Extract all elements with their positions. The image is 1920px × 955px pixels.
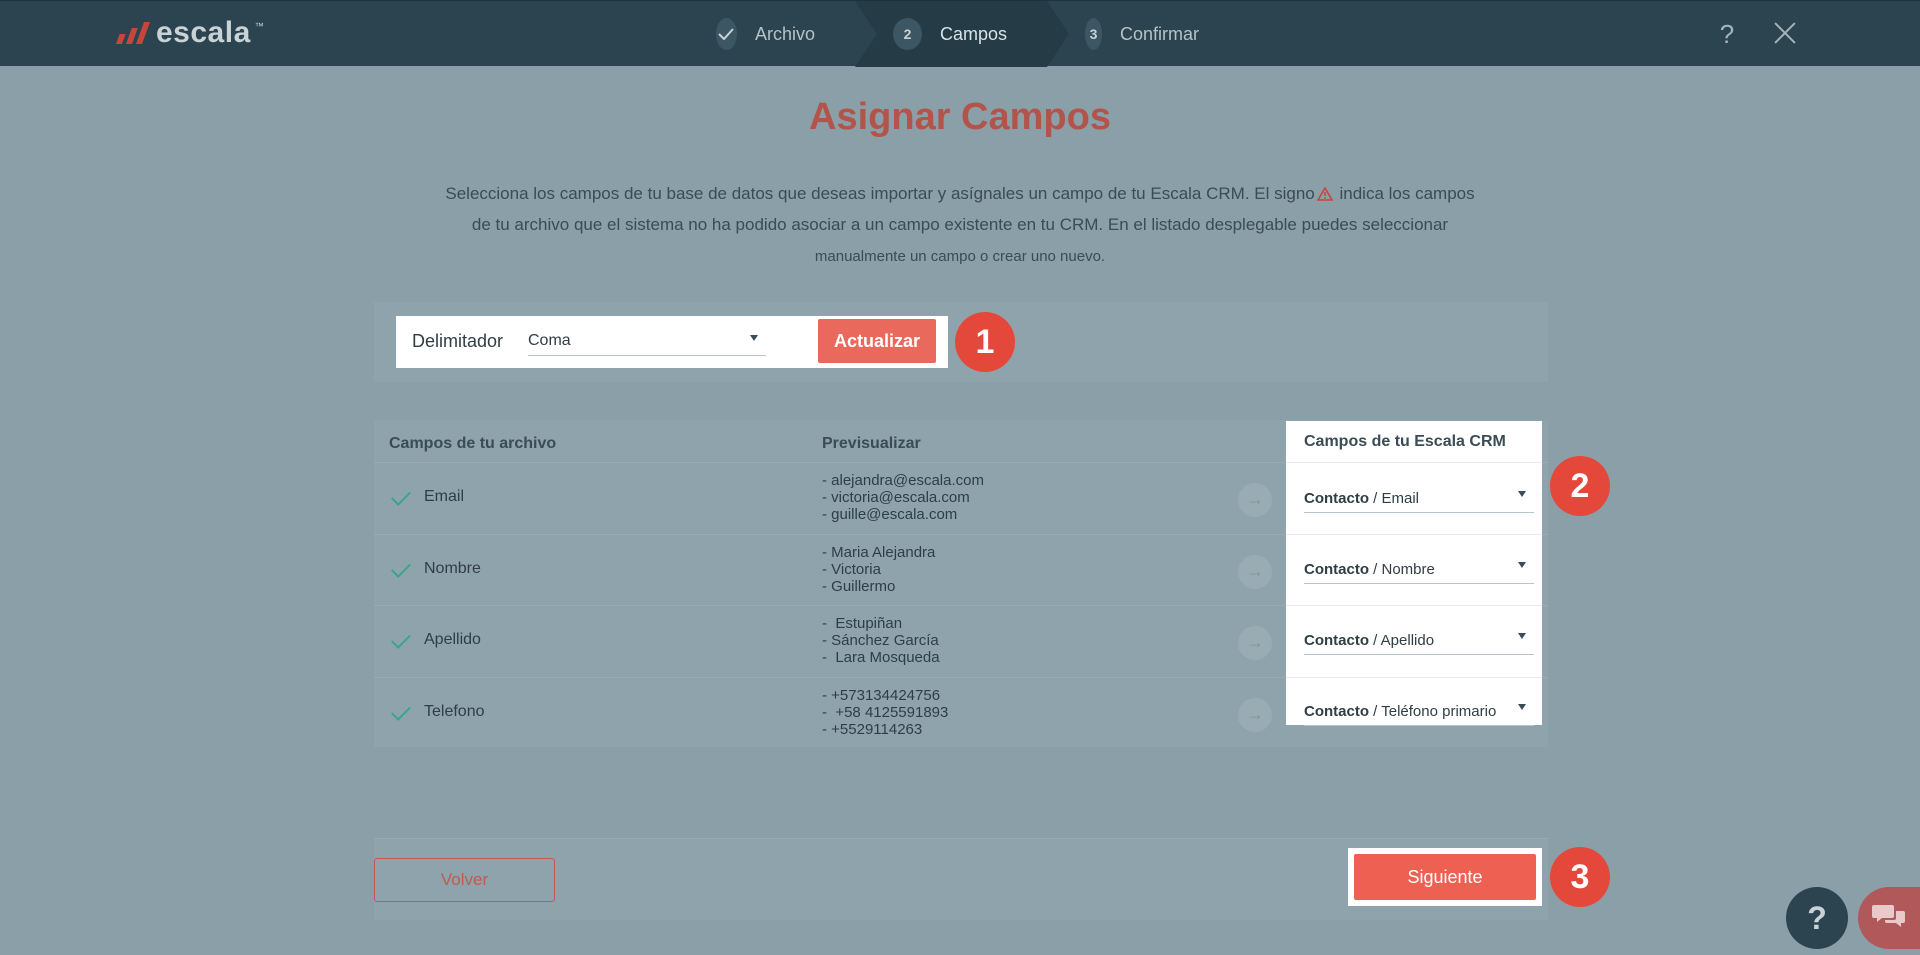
chevron-down-icon [1518, 704, 1526, 710]
arrow-right-icon: → [1238, 626, 1272, 660]
logo-text: escala [156, 16, 251, 49]
help-button[interactable]: ? [1712, 17, 1742, 51]
file-field-name: Email [424, 488, 465, 505]
close-icon[interactable] [1770, 17, 1800, 51]
file-field-name: Telefono [424, 703, 485, 720]
step-number: 3 [1085, 18, 1102, 50]
wizard-steps: Archivo 2 Campos 3 Confirmar [700, 1, 1239, 67]
page-description: Selecciona los campos de tu base de dato… [440, 178, 1480, 272]
delimiter-label: Delimitador [412, 331, 504, 351]
check-icon [391, 486, 411, 506]
header-file-fields: Campos de tu archivo [389, 435, 557, 452]
divider [1286, 462, 1542, 463]
chat-icon [1872, 902, 1906, 935]
crm-entity: Contacto [1304, 490, 1369, 507]
step-badge-2: 2 [1550, 456, 1610, 516]
preview-values: - Estupiñan - Sánchez García - Lara Mosq… [822, 615, 940, 666]
delimiter-box: Delimitador Coma Actualizar [396, 316, 948, 368]
divider [1286, 677, 1542, 678]
crm-field-name: / Teléfono primario [1369, 703, 1497, 720]
crm-field-select[interactable]: Contacto / Apellido [1304, 625, 1534, 655]
crm-field-select[interactable]: Contacto / Nombre [1304, 554, 1534, 584]
logo-bars-icon [115, 22, 151, 44]
check-icon [391, 701, 411, 721]
escala-logo: escala ™ [115, 15, 264, 51]
check-icon [716, 18, 737, 50]
help-chat-button[interactable]: ? [1786, 887, 1848, 949]
crm-entity: Contacto [1304, 703, 1369, 720]
chevron-down-icon [1518, 491, 1526, 497]
page-title: Asignar Campos [809, 96, 1111, 138]
description-text-3: manualmente un campo o crear uno nuevo. [814, 248, 1106, 265]
preview-values: - +573134424756 - +58 4125591893 - +5529… [822, 687, 949, 738]
chevron-down-icon [1518, 562, 1526, 568]
crm-field-name: / Nombre [1369, 561, 1435, 578]
crm-field-select[interactable]: Contacto / Teléfono primario [1304, 696, 1534, 726]
back-button[interactable]: Volver [374, 858, 555, 902]
arrow-right-icon: → [1238, 555, 1272, 589]
next-button[interactable]: Siguiente [1354, 854, 1536, 900]
preview-values: - alejandra@escala.com - victoria@escala… [822, 472, 984, 523]
crm-field-name: / Email [1369, 490, 1420, 507]
delimiter-value: Coma [528, 332, 571, 349]
chevron-down-icon [750, 335, 758, 341]
check-icon [391, 558, 411, 578]
file-field-name: Apellido [424, 631, 481, 648]
warning-icon [1316, 180, 1334, 201]
arrow-right-icon: → [1238, 698, 1272, 732]
check-icon [391, 629, 411, 649]
file-field-name: Nombre [424, 560, 481, 577]
step-campos: 2 Campos [855, 1, 1069, 67]
next-button-highlight: Siguiente [1348, 848, 1542, 906]
divider [1286, 534, 1542, 535]
chat-button[interactable] [1858, 887, 1920, 949]
crm-field-name: / Apellido [1369, 632, 1435, 649]
preview-values: - Maria Alejandra - Victoria - Guillermo [822, 544, 936, 595]
step-badge-3: 3 [1550, 847, 1610, 907]
header-preview: Previsualizar [822, 435, 921, 452]
description-text-1: Selecciona los campos de tu base de dato… [445, 184, 1315, 203]
crm-entity: Contacto [1304, 561, 1369, 578]
top-bar: escala ™ Archivo 2 Campos 3 Confirmar ? [0, 0, 1920, 67]
step-number: 2 [893, 18, 922, 50]
crm-field-select[interactable]: Contacto / Email [1304, 483, 1534, 513]
logo-trademark: ™ [254, 21, 264, 31]
update-button[interactable]: Actualizar [818, 319, 936, 363]
divider [1286, 605, 1542, 606]
arrow-right-icon: → [1238, 483, 1272, 517]
step-archivo[interactable]: Archivo [700, 1, 855, 67]
step-confirmar: 3 Confirmar [1069, 1, 1239, 67]
step-badge-1: 1 [955, 312, 1015, 372]
step-label: Archivo [754, 23, 815, 44]
crm-entity: Contacto [1304, 632, 1369, 649]
chevron-down-icon [1518, 633, 1526, 639]
step-label: Confirmar [1119, 23, 1199, 44]
delimiter-select[interactable]: Coma [528, 326, 766, 356]
step-label: Campos [939, 23, 1007, 44]
header-crm-fields: Campos de tu Escala CRM [1304, 433, 1506, 450]
